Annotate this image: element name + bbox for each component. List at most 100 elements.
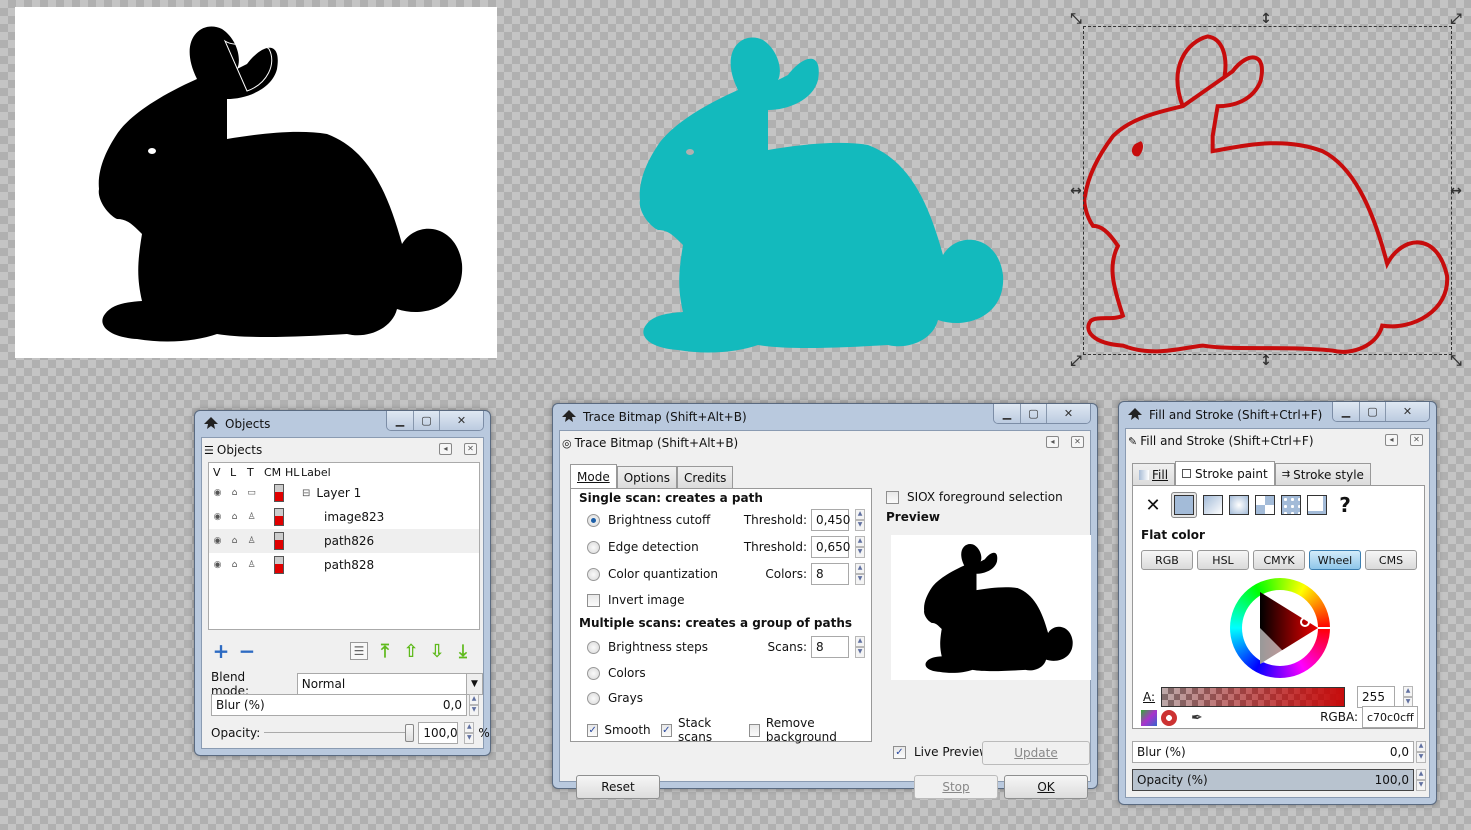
- highlight-color-swatch[interactable]: [274, 484, 284, 502]
- alpha-input[interactable]: 255: [1357, 686, 1396, 708]
- minimize-button[interactable]: ▁: [994, 404, 1020, 423]
- live-preview-option[interactable]: ✓ Live Preview: [893, 745, 989, 759]
- update-button[interactable]: Update: [982, 741, 1090, 765]
- highlight-color-swatch[interactable]: [274, 532, 284, 550]
- siox-checkbox[interactable]: [886, 490, 899, 504]
- col-visible[interactable]: V: [213, 466, 230, 479]
- wheel-mode-button[interactable]: Wheel: [1309, 550, 1361, 570]
- scale-handle-sw[interactable]: ⤢: [1069, 354, 1083, 368]
- col-highlight[interactable]: HL: [285, 466, 301, 479]
- dock-iconify-button[interactable]: ◂: [439, 443, 452, 455]
- radial-gradient-button[interactable]: [1229, 495, 1249, 515]
- edge-detection-option[interactable]: Edge detection: [587, 540, 699, 554]
- edge-threshold-spinner[interactable]: ▲ ▼: [855, 536, 865, 558]
- bitmap-image823[interactable]: [15, 7, 497, 358]
- brightness-cutoff-option[interactable]: Brightness cutoff: [587, 513, 710, 527]
- edge-threshold-input[interactable]: 0,650: [811, 536, 850, 558]
- tree-row-image823[interactable]: ◉ ⌂ ♙ image823: [209, 505, 479, 529]
- scans-spinner[interactable]: ▲ ▼: [855, 636, 865, 658]
- maximize-button[interactable]: ▢: [1359, 402, 1385, 421]
- unlock-icon[interactable]: ⌂: [226, 512, 243, 522]
- brightness-cutoff-radio[interactable]: [587, 513, 600, 527]
- tab-stroke-paint[interactable]: Stroke paint: [1175, 461, 1275, 485]
- opacity-slider-thumb[interactable]: [405, 724, 415, 742]
- invert-image-checkbox[interactable]: [587, 593, 600, 607]
- maximize-button[interactable]: ▢: [413, 411, 439, 430]
- color-wheel[interactable]: [1230, 578, 1330, 678]
- blur-spinner[interactable]: ▲ ▼: [1416, 741, 1426, 763]
- scale-handle-ne[interactable]: ⤢: [1449, 12, 1463, 26]
- eye-icon[interactable]: ◉: [209, 488, 226, 498]
- color-triangle[interactable]: [1230, 578, 1330, 678]
- tab-credits[interactable]: Credits: [677, 466, 734, 488]
- chevron-down-icon[interactable]: ▼: [466, 674, 482, 694]
- brightness-threshold-input[interactable]: 0,450: [811, 509, 850, 531]
- col-locked[interactable]: L: [230, 466, 247, 479]
- rgba-input[interactable]: c70c0cff: [1362, 706, 1418, 728]
- siox-option[interactable]: SIOX foreground selection: [886, 490, 1063, 504]
- scans-input[interactable]: 8: [811, 636, 849, 658]
- dock-close-button[interactable]: ✕: [1071, 436, 1084, 448]
- tree-row-layer1[interactable]: ◉ ⌂ ▭ ⊟ Layer 1: [209, 481, 479, 505]
- minimize-button[interactable]: ▁: [1333, 402, 1359, 421]
- scale-handle-nw[interactable]: ⤡: [1069, 12, 1083, 26]
- colors-count-input[interactable]: 8: [811, 563, 849, 585]
- pattern-button[interactable]: [1255, 495, 1275, 515]
- swatch-button[interactable]: [1281, 495, 1301, 515]
- raise-icon[interactable]: ⇧: [402, 641, 420, 662]
- hsl-mode-button[interactable]: HSL: [1197, 550, 1249, 570]
- eye-icon[interactable]: ◉: [209, 512, 226, 522]
- blend-mode-select[interactable]: Normal ▼: [296, 673, 483, 695]
- collapse-expander-icon[interactable]: ⊟: [302, 488, 310, 499]
- opacity-slider[interactable]: [264, 724, 415, 742]
- no-paint-button[interactable]: ✕: [1141, 495, 1165, 516]
- tree-row-path826[interactable]: ◉ ⌂ ♙ path826: [209, 529, 479, 553]
- eyedropper-icon[interactable]: ✒: [1191, 710, 1203, 726]
- colors-radio[interactable]: [587, 666, 600, 680]
- raise-to-top-icon[interactable]: ⤒: [376, 641, 394, 662]
- blur-spinner[interactable]: ▲ ▼: [469, 694, 479, 716]
- scale-handle-se[interactable]: ⤡: [1449, 354, 1463, 368]
- col-label[interactable]: Label: [301, 466, 331, 479]
- dock-close-button[interactable]: ✕: [464, 443, 477, 455]
- brightness-threshold-spinner[interactable]: ▲ ▼: [855, 509, 865, 531]
- colors-option[interactable]: Colors: [587, 666, 646, 680]
- stroke-opacity-field[interactable]: Opacity (%) 100,0: [1132, 769, 1414, 791]
- tree-row-label[interactable]: path826: [324, 534, 374, 548]
- ok-button[interactable]: OK: [1004, 775, 1088, 799]
- reset-button[interactable]: Reset: [576, 775, 660, 799]
- flat-color-button[interactable]: [1171, 492, 1197, 518]
- remove-background-checkbox[interactable]: [748, 723, 760, 737]
- unset-question-button[interactable]: ?: [1333, 493, 1357, 517]
- stroke-blur-field[interactable]: Blur (%) 0,0: [1132, 741, 1414, 763]
- cmyk-mode-button[interactable]: CMYK: [1253, 550, 1305, 570]
- col-type[interactable]: T: [247, 466, 264, 479]
- dock-iconify-button[interactable]: ◂: [1046, 436, 1059, 448]
- unset-paint-button[interactable]: [1307, 495, 1327, 515]
- color-quantization-option[interactable]: Color quantization: [587, 567, 718, 581]
- dock-iconify-button[interactable]: ◂: [1385, 434, 1398, 446]
- scale-handle-n[interactable]: ↕: [1259, 12, 1273, 26]
- add-layer-icon[interactable]: +: [212, 639, 230, 663]
- remove-object-icon[interactable]: −: [238, 639, 256, 663]
- tree-row-path828[interactable]: ◉ ⌂ ♙ path828: [209, 553, 479, 577]
- live-preview-checkbox[interactable]: ✓: [893, 745, 906, 759]
- unlock-icon[interactable]: ⌂: [226, 488, 243, 498]
- minimize-button[interactable]: ▁: [387, 411, 413, 430]
- brightness-steps-radio[interactable]: [587, 640, 600, 654]
- maximize-button[interactable]: ▢: [1020, 404, 1046, 423]
- dock-close-button[interactable]: ✕: [1410, 434, 1423, 446]
- stop-button[interactable]: Stop: [914, 775, 998, 799]
- eye-icon[interactable]: ◉: [209, 560, 226, 570]
- close-window-button[interactable]: ✕: [1385, 402, 1429, 421]
- scale-handle-w[interactable]: ↔: [1069, 184, 1083, 198]
- objects-tree[interactable]: V L T CM HL Label ◉ ⌂ ▭ ⊟ Layer 1 ◉ ⌂ ♙ …: [208, 462, 480, 630]
- tab-stroke-style[interactable]: ⇉ Stroke style: [1274, 463, 1371, 485]
- opacity-input[interactable]: 100,0: [418, 722, 459, 744]
- alpha-spinner[interactable]: ▲ ▼: [1403, 686, 1414, 708]
- linear-gradient-button[interactable]: [1203, 495, 1223, 515]
- tab-mode[interactable]: Mode: [570, 464, 617, 488]
- highlight-color-swatch[interactable]: [274, 556, 284, 574]
- cyan-bunny-path826[interactable]: [638, 30, 1008, 360]
- invert-image-option[interactable]: Invert image: [587, 593, 684, 607]
